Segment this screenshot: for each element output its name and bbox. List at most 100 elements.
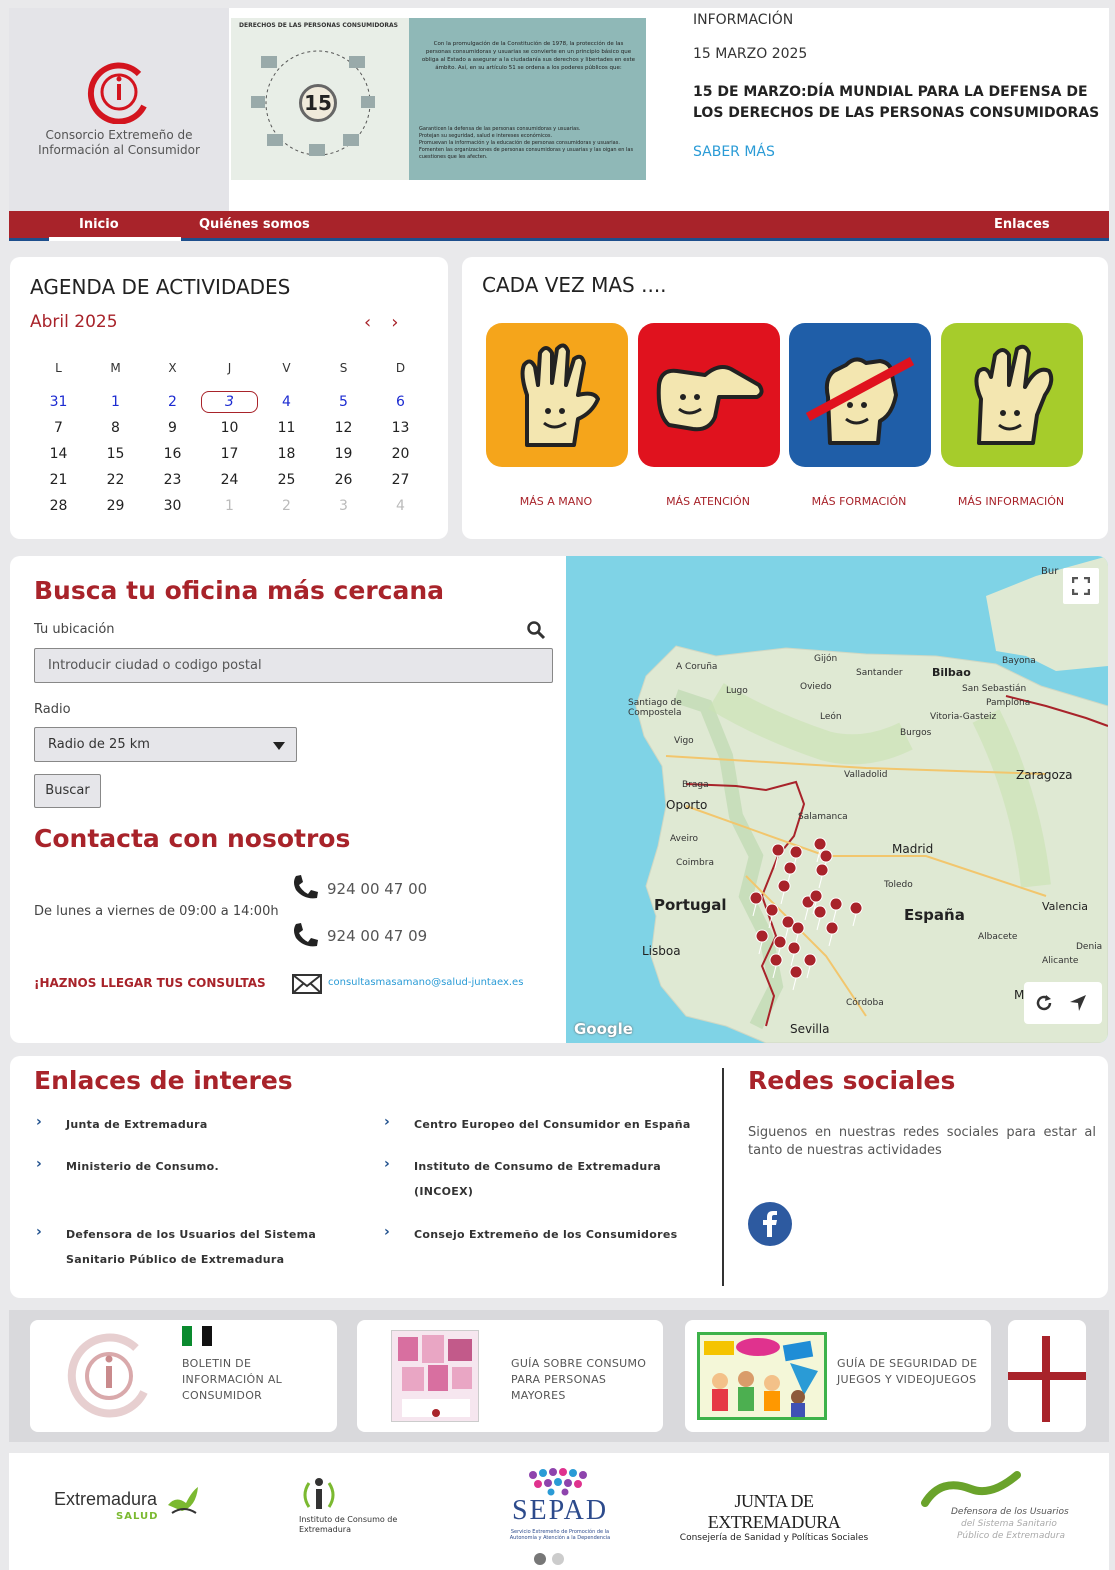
mas-formacion-label[interactable]: MÁS FORMACIÓN bbox=[784, 495, 934, 508]
contact-email-link[interactable]: consultasmasamano@salud-juntaex.es bbox=[328, 977, 523, 988]
calendar-day[interactable]: 22 bbox=[87, 467, 144, 493]
location-input[interactable]: Introducir ciudad o codigo postal bbox=[34, 648, 553, 683]
promo-boletin[interactable]: BOLETIN DE INFORMACIÓN AL CONSUMIDOR bbox=[30, 1320, 337, 1432]
fullscreen-button[interactable] bbox=[1063, 568, 1099, 604]
map-label: San Sebastián bbox=[962, 684, 1027, 694]
link-centro-europeo[interactable]: Centro Europeo del Consumidor en España bbox=[414, 1112, 704, 1137]
calendar-week: 31 1 2 3 4 5 6 bbox=[30, 389, 430, 415]
carousel-dot-active[interactable] bbox=[534, 1553, 546, 1565]
calendar-next-button[interactable]: › bbox=[391, 312, 418, 333]
location-label: Tu ubicación bbox=[34, 622, 115, 637]
defensora-logo[interactable]: Defensora de los Usuarios del Sistema Sa… bbox=[921, 1469, 1071, 1549]
link-consejo[interactable]: Consejo Extremeño de los Consumidores bbox=[414, 1222, 704, 1247]
map-label: Córdoba bbox=[846, 998, 884, 1008]
mail-icon bbox=[292, 974, 322, 994]
weekday-label: S bbox=[339, 361, 348, 375]
calendar-day[interactable]: 2 bbox=[144, 389, 201, 415]
news-headline[interactable]: 15 DE MARZO:DÍA MUNDIAL PARA LA DEFENSA … bbox=[693, 82, 1109, 124]
calendar-day[interactable]: 30 bbox=[144, 493, 201, 519]
calendar-day[interactable]: 17 bbox=[201, 441, 258, 467]
mas-informacion-label[interactable]: MÁS INFORMACIÓN bbox=[936, 495, 1086, 508]
calendar-day[interactable]: 5 bbox=[315, 389, 372, 415]
calendar-day[interactable]: 13 bbox=[372, 415, 429, 441]
calendar-day[interactable]: 23 bbox=[144, 467, 201, 493]
phone-number-1[interactable]: 924 00 47 00 bbox=[327, 880, 427, 898]
calendar-day[interactable]: 29 bbox=[87, 493, 144, 519]
radius-select[interactable]: Radio de 25 km bbox=[34, 727, 297, 762]
calendar-day[interactable]: 18 bbox=[258, 441, 315, 467]
mas-atencion-label[interactable]: MÁS ATENCIÓN bbox=[633, 495, 783, 508]
link-ministerio[interactable]: Ministerio de Consumo. bbox=[66, 1154, 346, 1179]
calendar-day[interactable]: 28 bbox=[30, 493, 87, 519]
sepad-subtitle: Servicio Extremeño de Promoción de la Au… bbox=[509, 1529, 611, 1541]
nav-inicio[interactable]: Inicio bbox=[79, 217, 119, 232]
calendar-day-next-month: 1 bbox=[225, 498, 234, 514]
promo-guia-juegos-label: GUÍA DE SEGURIDAD DE JUEGOS Y VIDEOJUEGO… bbox=[837, 1357, 978, 1386]
calendar-day[interactable]: 24 bbox=[201, 467, 258, 493]
search-icon[interactable] bbox=[526, 620, 546, 640]
calendar-day[interactable]: 10 bbox=[201, 415, 258, 441]
calendar-day[interactable]: 19 bbox=[315, 441, 372, 467]
site-logo[interactable]: Consorcio Extremeño de Información al Co… bbox=[9, 8, 229, 211]
calendar-prev-button[interactable]: ‹ bbox=[364, 312, 391, 333]
link-defensora[interactable]: Defensora de los Usuarios del Sistema Sa… bbox=[66, 1222, 336, 1272]
calendar-week: 28 29 30 1 2 3 4 bbox=[30, 493, 430, 519]
calendar-day[interactable]: 26 bbox=[315, 467, 372, 493]
link-junta[interactable]: Junta de Extremadura bbox=[66, 1112, 346, 1137]
extremadura-flag-icon bbox=[182, 1326, 212, 1346]
calendar-day[interactable]: 16 bbox=[144, 441, 201, 467]
office-map[interactable]: Bur A Coruña Gijón Santander Bilbao Bayo… bbox=[566, 556, 1108, 1043]
mas-atencion-tile[interactable] bbox=[638, 323, 780, 467]
weekday-label: D bbox=[395, 361, 406, 375]
calendar-day[interactable]: 21 bbox=[30, 467, 87, 493]
calendar-day[interactable]: 27 bbox=[372, 467, 429, 493]
calendar-day[interactable]: 9 bbox=[144, 415, 201, 441]
map-label: Sevilla bbox=[790, 1022, 830, 1036]
more-promos-button[interactable] bbox=[1008, 1320, 1086, 1432]
calendar-day[interactable]: 31 bbox=[30, 389, 87, 415]
facebook-button[interactable] bbox=[748, 1202, 792, 1246]
mas-informacion-tile[interactable] bbox=[941, 323, 1083, 467]
buscar-button[interactable]: Buscar bbox=[34, 774, 101, 808]
incoex-logo[interactable]: Instituto de Consumo de Extremadura bbox=[299, 1473, 399, 1543]
mas-a-mano-label[interactable]: MÁS A MANO bbox=[481, 495, 631, 508]
calendar-day[interactable]: 1 bbox=[87, 389, 144, 415]
calendar-day[interactable]: 14 bbox=[30, 441, 87, 467]
calendar-day[interactable]: 8 bbox=[87, 415, 144, 441]
nav-enlaces[interactable]: Enlaces bbox=[994, 217, 1050, 232]
phone-number-2[interactable]: 924 00 47 09 bbox=[327, 927, 427, 945]
promo-guia-mayores[interactable]: GUÍA SOBRE CONSUMO PARA PERSONAS MAYORES bbox=[357, 1320, 663, 1432]
nav-quienes-somos[interactable]: Quiénes somos bbox=[199, 217, 310, 232]
saber-mas-link[interactable]: SABER MÁS bbox=[693, 144, 775, 160]
calendar-day[interactable]: 25 bbox=[258, 467, 315, 493]
weekday-label: L bbox=[55, 361, 62, 375]
map-label: A Coruña bbox=[676, 662, 718, 672]
defensora-line-3: Público de Extremadura bbox=[957, 1531, 1065, 1541]
calendar-day[interactable]: 20 bbox=[372, 441, 429, 467]
calendar-day-today[interactable]: 3 bbox=[201, 391, 258, 413]
dropdown-arrow-icon bbox=[273, 742, 285, 750]
junta-extremadura-logo[interactable]: JUNTA DE EXTREMADURA Consejería de Sanid… bbox=[669, 1491, 879, 1543]
phone-icon bbox=[294, 923, 318, 947]
refresh-icon[interactable] bbox=[1034, 993, 1054, 1013]
map-label: Valencia bbox=[1042, 900, 1089, 913]
link-incoex[interactable]: Instituto de Consumo de Extremadura (INC… bbox=[414, 1154, 684, 1204]
calendar-day[interactable]: 15 bbox=[87, 441, 144, 467]
pointing-hand-icon bbox=[656, 365, 764, 432]
mas-a-mano-tile[interactable] bbox=[486, 323, 628, 467]
consorcio-logo-icon bbox=[88, 62, 147, 124]
calendar-day[interactable]: 11 bbox=[258, 415, 315, 441]
calendar-day[interactable]: 12 bbox=[315, 415, 372, 441]
mas-formacion-tile[interactable] bbox=[789, 323, 931, 467]
calendar-day[interactable]: 6 bbox=[372, 389, 429, 415]
calendar-day[interactable]: 7 bbox=[30, 415, 87, 441]
news-banner-image[interactable]: DERECHOS DE LAS PERSONAS CONSUMIDORAS 15… bbox=[231, 18, 646, 180]
locate-me-icon[interactable] bbox=[1068, 993, 1088, 1013]
carousel-dot[interactable] bbox=[552, 1553, 564, 1565]
agenda-title: AGENDA DE ACTIVIDADES bbox=[30, 275, 291, 299]
calendar-day[interactable]: 4 bbox=[258, 389, 315, 415]
sepad-logo[interactable]: SEPAD Servicio Extremeño de Promoción de… bbox=[505, 1467, 615, 1547]
weekday-label: M bbox=[110, 361, 121, 375]
promo-guia-juegos[interactable]: GUÍA DE SEGURIDAD DE JUEGOS Y VIDEOJUEGO… bbox=[685, 1320, 991, 1432]
extremadura-salud-logo[interactable]: Extremadura SALUD bbox=[54, 1487, 204, 1529]
